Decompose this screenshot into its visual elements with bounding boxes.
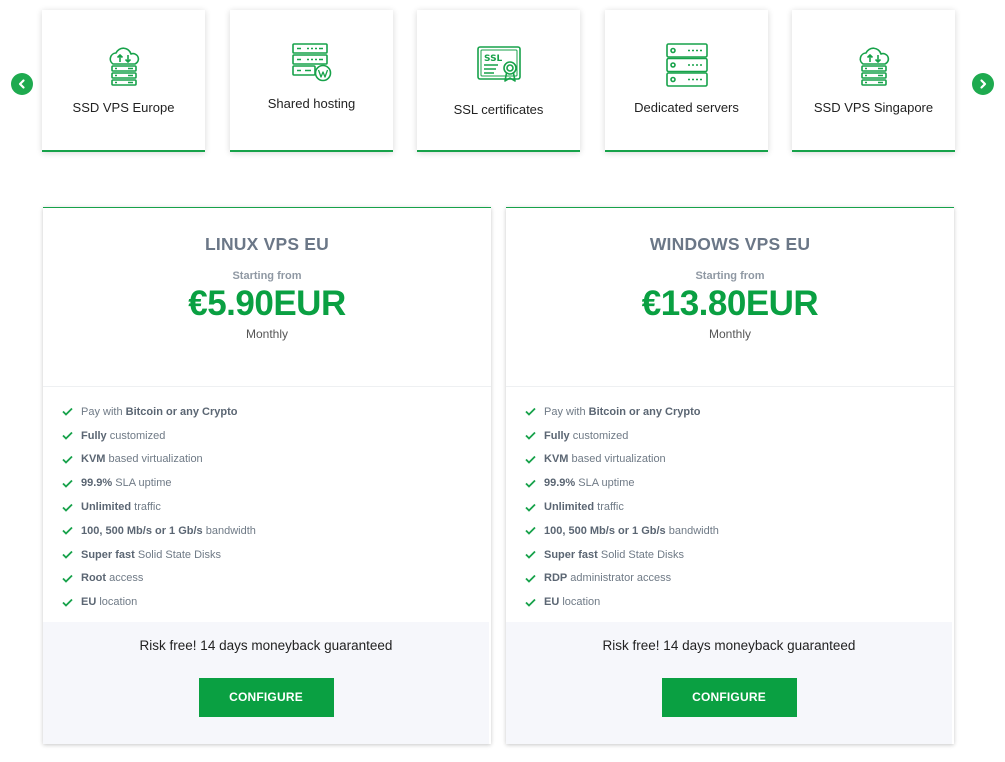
service-card-label: SSL certificates	[453, 102, 544, 117]
cloud-server-icon	[851, 42, 897, 88]
check-icon	[525, 527, 536, 536]
feature-item: RDP administrator access	[525, 567, 954, 591]
feature-list: Pay with Bitcoin or any Crypto Fully cus…	[43, 387, 491, 621]
plan-footer: Risk free! 14 days moneyback guaranteed …	[506, 622, 952, 744]
plan-footer: Risk free! 14 days moneyback guaranteed …	[43, 622, 489, 744]
feature-item: KVM based virtualization	[525, 448, 954, 472]
check-icon	[62, 598, 73, 607]
check-icon	[62, 408, 73, 417]
plan-header: LINUX VPS EU Starting from €5.90EUR Mont…	[43, 208, 491, 387]
chevron-right-icon	[980, 79, 987, 89]
check-icon	[62, 503, 73, 512]
check-icon	[62, 574, 73, 583]
ssl-certificate-icon: SSL	[476, 44, 522, 90]
pricing-card-linux-vps-eu: LINUX VPS EU Starting from €5.90EUR Mont…	[43, 207, 491, 744]
carousel-next-button[interactable]	[972, 73, 994, 95]
feature-list: Pay with Bitcoin or any Crypto Fully cus…	[506, 387, 954, 621]
service-card-ssd-vps-singapore[interactable]: SSD VPS Singapore	[792, 10, 955, 152]
service-card-label: Dedicated servers	[634, 100, 739, 115]
plan-title: WINDOWS VPS EU	[649, 234, 811, 254]
check-icon	[525, 598, 536, 607]
configure-button[interactable]: CONFIGURE	[661, 678, 797, 717]
configure-button[interactable]: CONFIGURE	[198, 678, 334, 717]
moneyback-guarantee-text: Risk free! 14 days moneyback guaranteed	[602, 638, 856, 653]
plan-title: LINUX VPS EU	[205, 234, 329, 254]
chevron-left-icon	[18, 79, 25, 89]
plan-header: WINDOWS VPS EU Starting from €13.80EUR M…	[506, 208, 954, 387]
service-card-ssd-vps-europe[interactable]: SSD VPS Europe	[42, 10, 205, 152]
service-card-label: Shared hosting	[267, 96, 356, 111]
service-card-label: SSD VPS Europe	[72, 100, 175, 115]
check-icon	[525, 455, 536, 464]
plan-period: Monthly	[708, 327, 752, 341]
check-icon	[62, 432, 73, 440]
wordpress-server-icon	[289, 38, 335, 84]
service-carousel: SSD VPS Europe Shared hosting SSL SSL ce…	[0, 0, 1005, 160]
feature-item: 99.9% SLA uptime	[525, 471, 954, 495]
check-icon	[525, 574, 536, 583]
feature-item: 100, 500 Mb/s or 1 Gb/s bandwidth	[525, 519, 954, 543]
check-icon	[525, 551, 536, 559]
feature-item: EU location	[525, 590, 954, 614]
server-rack-icon	[664, 42, 710, 88]
feature-item: Super fast Solid State Disks	[525, 543, 954, 567]
check-icon	[62, 551, 73, 559]
check-icon	[525, 432, 536, 440]
service-card-ssl-certificates[interactable]: SSL SSL certificates	[417, 10, 580, 152]
check-icon	[62, 527, 73, 536]
feature-item: 99.9% SLA uptime	[62, 471, 491, 495]
cloud-server-icon	[101, 42, 147, 88]
plan-starting-label: Starting from	[695, 270, 765, 282]
feature-item: Fully customized	[62, 424, 491, 448]
feature-item: Fully customized	[525, 424, 954, 448]
carousel-prev-button[interactable]	[11, 73, 33, 95]
service-card-dedicated-servers[interactable]: Dedicated servers	[605, 10, 768, 152]
check-icon	[525, 408, 536, 417]
moneyback-guarantee-text: Risk free! 14 days moneyback guaranteed	[139, 638, 393, 653]
feature-item: Unlimited traffic	[525, 495, 954, 519]
feature-item: Super fast Solid State Disks	[62, 543, 491, 567]
check-icon	[62, 455, 73, 464]
feature-item: 100, 500 Mb/s or 1 Gb/s bandwidth	[62, 519, 491, 543]
feature-item: Root access	[62, 567, 491, 591]
feature-item: EU location	[62, 590, 491, 614]
check-icon	[525, 479, 536, 488]
svg-text:SSL: SSL	[484, 54, 503, 64]
pricing-card-windows-vps-eu: WINDOWS VPS EU Starting from €13.80EUR M…	[506, 207, 954, 744]
plan-starting-label: Starting from	[232, 270, 302, 282]
feature-item: Pay with Bitcoin or any Crypto	[525, 400, 954, 424]
service-card-label: SSD VPS Singapore	[813, 100, 934, 115]
feature-item: Pay with Bitcoin or any Crypto	[62, 400, 491, 424]
plan-price: €5.90EUR	[188, 284, 346, 323]
feature-item: KVM based virtualization	[62, 448, 491, 472]
plan-period: Monthly	[245, 327, 289, 341]
feature-item: Unlimited traffic	[62, 495, 491, 519]
service-card-shared-hosting[interactable]: Shared hosting	[230, 10, 393, 152]
check-icon	[525, 503, 536, 512]
check-icon	[62, 479, 73, 488]
plan-price: €13.80EUR	[641, 284, 819, 323]
